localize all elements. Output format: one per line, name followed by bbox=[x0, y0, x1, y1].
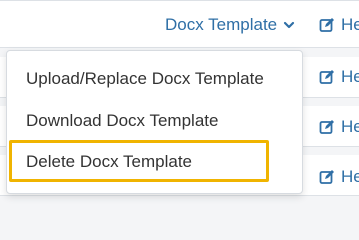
chevron-down-icon bbox=[284, 21, 295, 29]
edit-link-label: He bbox=[341, 67, 359, 86]
edit-icon bbox=[319, 18, 334, 32]
edit-icon bbox=[319, 70, 334, 84]
docx-template-menu: Upload/Replace Docx Template Download Do… bbox=[6, 50, 303, 194]
docx-template-dropdown-toggle[interactable]: Docx Template bbox=[165, 14, 295, 36]
edit-link-label: He bbox=[341, 15, 359, 34]
edit-icon bbox=[319, 120, 334, 134]
edit-icon bbox=[319, 170, 334, 184]
edit-link-label: He bbox=[341, 117, 359, 136]
edit-link[interactable]: He bbox=[319, 14, 359, 36]
menu-item-delete[interactable]: Delete Docx Template bbox=[26, 152, 192, 172]
edit-link-label: He bbox=[341, 167, 359, 186]
menu-item-download[interactable]: Download Docx Template bbox=[26, 111, 218, 131]
edit-link[interactable]: He bbox=[319, 166, 359, 188]
menu-item-upload-replace[interactable]: Upload/Replace Docx Template bbox=[26, 69, 264, 89]
docx-template-label: Docx Template bbox=[165, 15, 278, 34]
edit-link[interactable]: He bbox=[319, 66, 359, 88]
edit-link[interactable]: He bbox=[319, 116, 359, 138]
